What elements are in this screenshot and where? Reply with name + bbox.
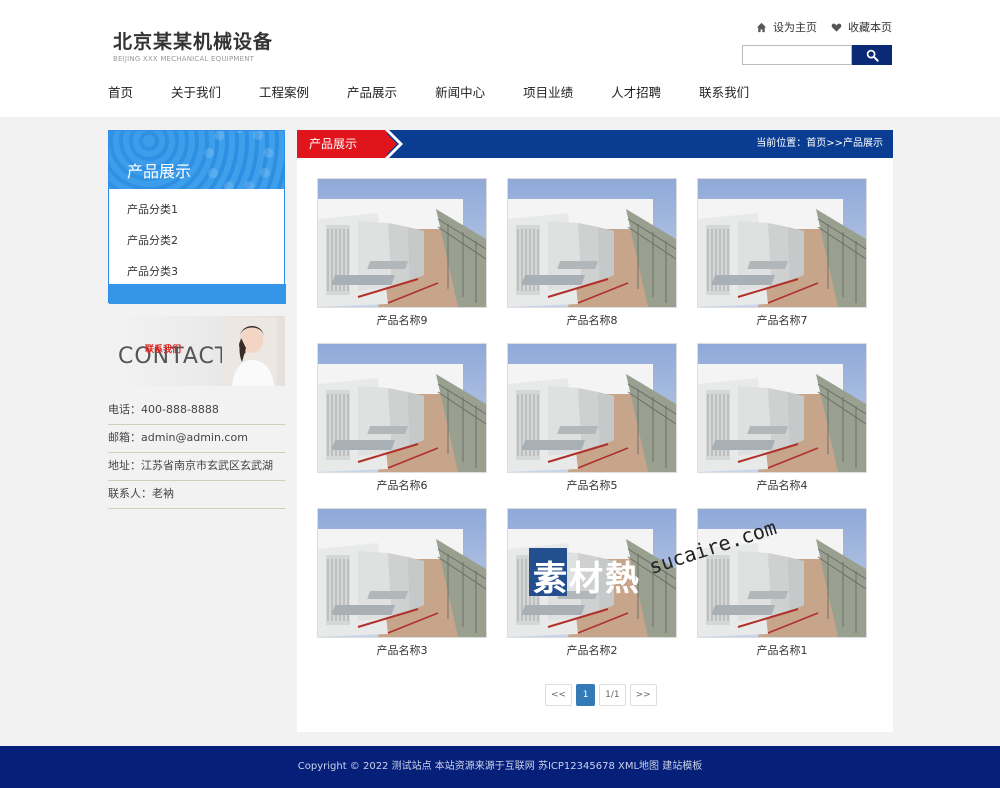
main-content: 产品展示 当前位置：首页>>产品展示 产品名称9 产品名称8 产品名称7 产品名… [297, 130, 893, 732]
category-item-2[interactable]: 产品分类2 [109, 225, 284, 256]
nav-item-cases[interactable]: 工程案例 [259, 82, 309, 101]
product-image[interactable] [317, 178, 487, 308]
logo-subtitle: BEIJING XXX MECHANICAL EQUIPMENT [113, 55, 255, 63]
search-bar [742, 45, 892, 65]
bookmark-link[interactable]: 收藏本页 [831, 19, 892, 35]
product-card[interactable]: 产品名称7 [697, 178, 867, 328]
product-image[interactable] [507, 508, 677, 638]
product-card[interactable]: 产品名称3 [317, 508, 487, 658]
product-card[interactable]: 产品名称8 [507, 178, 677, 328]
contact-banner-cn: 联系我们 [145, 345, 182, 355]
product-image[interactable] [317, 508, 487, 638]
site-header: 北京某某机械设备 BEIJING XXX MECHANICAL EQUIPMEN… [0, 0, 1000, 117]
contact-email: 邮箱：admin@admin.com [108, 425, 285, 453]
pager-page-info: 1/1 [599, 684, 626, 706]
category-item-1[interactable]: 产品分类1 [109, 194, 284, 225]
product-card[interactable]: 产品名称2 [507, 508, 677, 658]
breadcrumb-home-link[interactable]: 首页 [806, 138, 826, 149]
gear-decoration [204, 131, 274, 189]
nav-item-contact[interactable]: 联系我们 [699, 82, 749, 101]
nav-item-jobs[interactable]: 人才招聘 [611, 82, 661, 101]
product-image[interactable] [697, 343, 867, 473]
product-card[interactable]: 产品名称4 [697, 343, 867, 493]
category-title: 产品展示 [127, 162, 192, 181]
product-name[interactable]: 产品名称9 [317, 312, 487, 328]
category-item-3[interactable]: 产品分类3 [109, 256, 284, 287]
product-name[interactable]: 产品名称7 [697, 312, 867, 328]
product-card[interactable]: 产品名称9 [317, 178, 487, 328]
site-footer: Copyright © 2022 测试站点 本站资源来源于互联网 苏ICP123… [0, 746, 1000, 788]
set-home-link[interactable]: 设为主页 [756, 19, 817, 35]
contact-banner: CONTACT US 联系我们 [108, 316, 285, 386]
product-image[interactable] [317, 343, 487, 473]
product-name[interactable]: 产品名称4 [697, 477, 867, 493]
search-icon [866, 49, 879, 62]
breadcrumb-current[interactable]: 产品展示 [843, 138, 883, 149]
contact-info: 电话：400-888-8888 邮箱：admin@admin.com 地址：江苏… [108, 397, 285, 509]
category-list: 产品分类1 产品分类2 产品分类3 [109, 189, 284, 287]
product-name[interactable]: 产品名称2 [507, 642, 677, 658]
product-image[interactable] [507, 343, 677, 473]
contact-phone: 电话：400-888-8888 [108, 397, 285, 425]
site-logo[interactable]: 北京某某机械设备 BEIJING XXX MECHANICAL EQUIPMEN… [113, 27, 273, 63]
nav-item-news[interactable]: 新闻中心 [435, 82, 485, 101]
nav-item-home[interactable]: 首页 [108, 82, 133, 101]
nav-item-products[interactable]: 产品展示 [347, 82, 397, 101]
pager-first-button[interactable]: << [545, 684, 573, 706]
heart-icon [831, 23, 842, 32]
product-name[interactable]: 产品名称3 [317, 642, 487, 658]
contact-person: 联系人：老衲 [108, 481, 285, 509]
breadcrumb: 当前位置：首页>>产品展示 [756, 130, 883, 158]
product-card[interactable]: 产品名称5 [507, 343, 677, 493]
category-footer-bar [109, 284, 286, 304]
top-links: 设为主页 收藏本页 [756, 19, 892, 35]
product-name[interactable]: 产品名称8 [507, 312, 677, 328]
pagination: << 1 1/1 >> [545, 684, 657, 706]
bookmark-label: 收藏本页 [848, 21, 892, 34]
breadcrumb-prefix: 当前位置： [756, 138, 807, 149]
product-name[interactable]: 产品名称6 [317, 477, 487, 493]
pager-page-1[interactable]: 1 [576, 684, 596, 706]
product-image[interactable] [507, 178, 677, 308]
product-card[interactable]: 产品名称1 [697, 508, 867, 658]
product-image[interactable] [697, 178, 867, 308]
contact-address: 地址：江苏省南京市玄武区玄武湖 [108, 453, 285, 481]
pager-last-button[interactable]: >> [629, 684, 657, 706]
search-input[interactable] [742, 45, 852, 65]
product-grid: 产品名称9 产品名称8 产品名称7 产品名称6 产品名称5 产品名称4 产品名称… [317, 178, 867, 658]
set-home-label: 设为主页 [773, 21, 817, 34]
nav-item-projects[interactable]: 项目业绩 [523, 82, 573, 101]
product-card[interactable]: 产品名称6 [317, 343, 487, 493]
footer-copyright[interactable]: Copyright © 2022 测试站点 本站资源来源于互联网 苏ICP123… [298, 761, 702, 772]
chevron-decoration-icon [373, 130, 403, 158]
category-box: 产品展示 产品分类1 产品分类2 产品分类3 [108, 130, 286, 304]
section-header: 产品展示 当前位置：首页>>产品展示 [297, 130, 893, 158]
search-button[interactable] [852, 45, 892, 65]
logo-title: 北京某某机械设备 [113, 31, 274, 53]
home-icon [756, 22, 767, 32]
nav-item-about[interactable]: 关于我们 [171, 82, 221, 101]
product-name[interactable]: 产品名称5 [507, 477, 677, 493]
category-header: 产品展示 [109, 131, 284, 189]
main-nav: 首页 关于我们 工程案例 产品展示 新闻中心 项目业绩 人才招聘 联系我们 [108, 82, 787, 101]
product-image[interactable] [697, 508, 867, 638]
customer-service-person-image [222, 318, 277, 386]
product-name[interactable]: 产品名称1 [697, 642, 867, 658]
breadcrumb-separator: >> [826, 138, 843, 149]
sidebar: 产品展示 产品分类1 产品分类2 产品分类3 CONTACT US 联系我们 电… [108, 130, 286, 509]
